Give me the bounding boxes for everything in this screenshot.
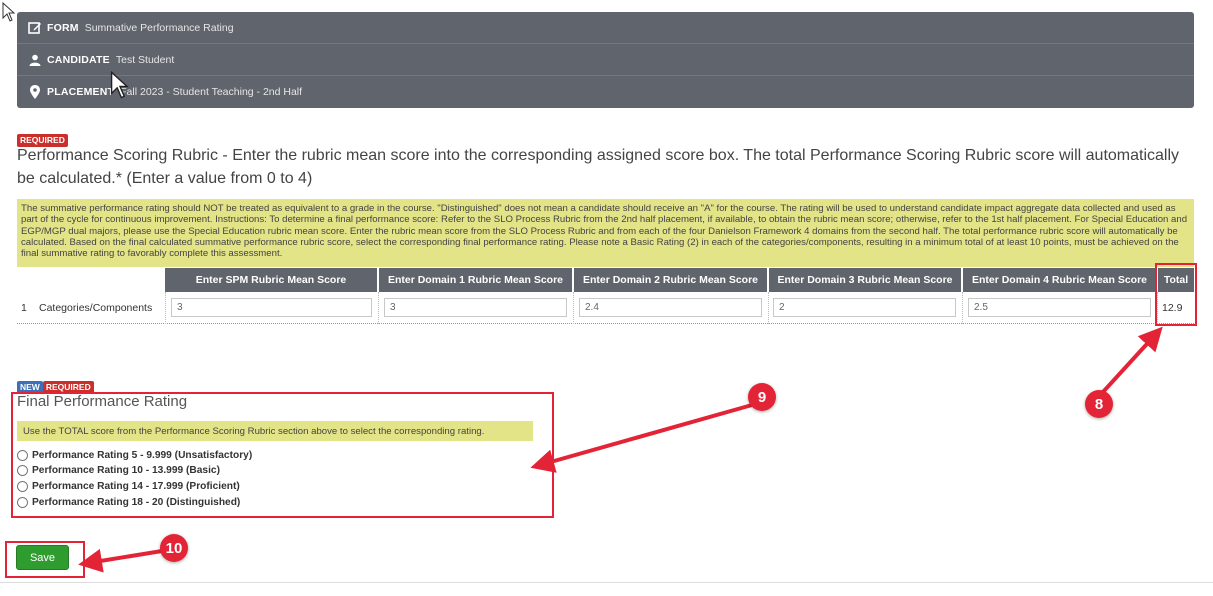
radio-button[interactable] — [17, 496, 28, 508]
rubric-instructions-note: The summative performance rating should … — [17, 199, 1194, 267]
mouse-pointer-icon — [110, 71, 129, 99]
column-header-domain-1: Enter Domain 1 Rubric Mean Score — [379, 268, 572, 292]
edit-icon — [27, 20, 43, 36]
candidate-label: CANDIDATE — [47, 53, 110, 66]
column-header-domain-4: Enter Domain 4 Rubric Mean Score — [963, 268, 1156, 292]
callout-10: 10 — [160, 534, 188, 562]
placement-row: PLACEMENT Fall 2023 - Student Teaching -… — [17, 76, 1194, 108]
arrow-9 — [530, 403, 753, 473]
column-header-spm: Enter SPM Rubric Mean Score — [165, 268, 377, 292]
placement-value: Fall 2023 - Student Teaching - 2nd Half — [120, 86, 303, 98]
form-row: FORM Summative Performance Rating — [17, 12, 1194, 44]
user-icon — [27, 52, 43, 68]
total-score: 12.9 — [1162, 302, 1183, 314]
domain-3-score-input[interactable] — [773, 298, 956, 317]
spm-score-input[interactable] — [171, 298, 372, 317]
candidate-value: Test Student — [115, 53, 175, 66]
radio-button[interactable] — [17, 464, 28, 476]
radio-button[interactable] — [17, 480, 28, 492]
divider — [0, 582, 1213, 583]
callout-8: 8 — [1085, 390, 1113, 418]
rating-option-unsatisfactory[interactable]: Performance Rating 5 - 9.999 (Unsatisfac… — [17, 448, 252, 462]
rating-option-distinguished[interactable]: Performance Rating 18 - 20 (Distinguishe… — [17, 495, 240, 509]
column-header-domain-3: Enter Domain 3 Rubric Mean Score — [769, 268, 961, 292]
rating-option-basic[interactable]: Performance Rating 10 - 13.999 (Basic) — [17, 463, 220, 477]
form-label: FORM — [47, 21, 79, 34]
column-header-total: Total — [1158, 268, 1194, 292]
arrow-10 — [78, 548, 163, 573]
map-marker-icon — [27, 84, 43, 100]
row-number: 1 — [21, 302, 27, 314]
table-row: 1 Categories/Components 12.9 — [17, 292, 1194, 324]
form-info-header: FORM Summative Performance Rating CANDID… — [17, 12, 1194, 108]
final-rating-note: Use the TOTAL score from the Performance… — [17, 421, 533, 441]
arrow-8 — [1101, 326, 1163, 394]
row-label: Categories/Components — [39, 302, 153, 314]
domain-1-score-input[interactable] — [384, 298, 567, 317]
domain-2-score-input[interactable] — [579, 298, 762, 317]
radio-button[interactable] — [17, 449, 28, 461]
save-button[interactable]: Save — [16, 545, 69, 570]
candidate-row: CANDIDATE Test Student — [17, 44, 1194, 76]
callout-9: 9 — [748, 383, 776, 411]
final-rating-title: Final Performance Rating — [17, 393, 188, 410]
rating-option-proficient[interactable]: Performance Rating 14 - 17.999 (Proficie… — [17, 479, 240, 493]
form-value: Summative Performance Rating — [84, 21, 234, 34]
domain-4-score-input[interactable] — [968, 298, 1151, 317]
column-header-domain-2: Enter Domain 2 Rubric Mean Score — [574, 268, 767, 292]
mouse-pointer-icon — [2, 2, 16, 22]
rubric-question-title: Performance Scoring Rubric - Enter the r… — [17, 147, 1180, 187]
placement-label: PLACEMENT — [47, 86, 115, 98]
